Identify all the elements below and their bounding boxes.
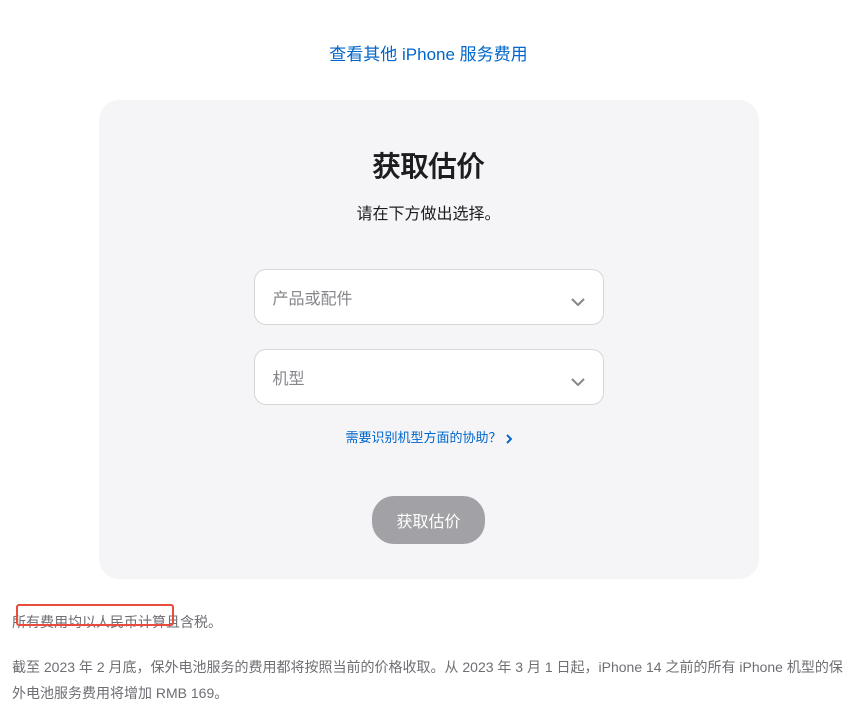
- model-select-placeholder: 机型: [273, 365, 305, 389]
- other-services-link[interactable]: 查看其他 iPhone 服务费用: [329, 45, 527, 64]
- estimate-card: 获取估价 请在下方做出选择。 产品或配件 机型 需要识别机型方面的协助？ 获取估…: [99, 100, 759, 579]
- product-select[interactable]: 产品或配件: [254, 269, 604, 325]
- footer-text: 所有费用均以人民币计算且含税。 截至 2023 年 2 月底，保外电池服务的费用…: [0, 609, 857, 707]
- footer-price-change-note: 截至 2023 年 2 月底，保外电池服务的费用都将按照当前的价格收取。从 20…: [12, 654, 845, 707]
- product-select-placeholder: 产品或配件: [273, 285, 353, 309]
- chevron-down-icon: [571, 293, 585, 301]
- card-title: 获取估价: [139, 145, 719, 185]
- get-estimate-button[interactable]: 获取估价: [372, 496, 484, 544]
- top-link-container: 查看其他 iPhone 服务费用: [0, 0, 857, 85]
- footer-currency-note: 所有费用均以人民币计算且含税。: [12, 609, 845, 636]
- identify-model-help-link[interactable]: 需要识别机型方面的协助？: [345, 427, 511, 446]
- model-select[interactable]: 机型: [254, 349, 604, 405]
- chevron-right-icon: [506, 432, 512, 442]
- card-subtitle: 请在下方做出选择。: [139, 200, 719, 224]
- chevron-down-icon: [571, 373, 585, 381]
- help-link-text: 需要识别机型方面的协助？: [345, 427, 501, 446]
